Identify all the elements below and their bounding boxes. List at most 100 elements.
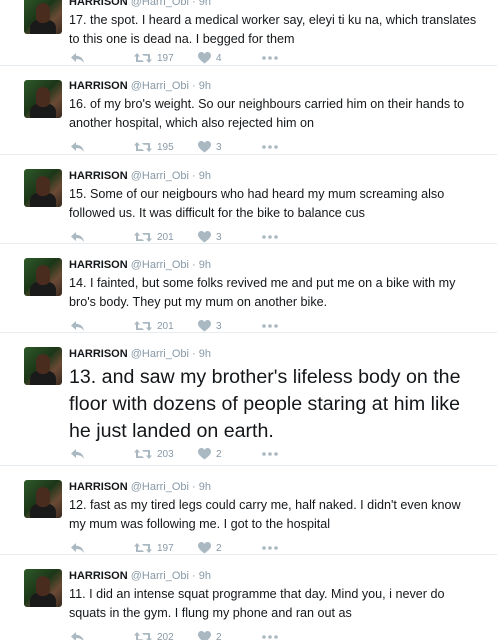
reply-icon bbox=[70, 231, 85, 243]
tweet-header: HARRISON @Harri_Obi · 9h bbox=[69, 570, 211, 582]
heart-icon bbox=[198, 542, 211, 554]
avatar[interactable] bbox=[24, 347, 62, 385]
more-icon bbox=[262, 145, 278, 149]
author-handle[interactable]: @Harri_Obi bbox=[131, 170, 189, 182]
timestamp[interactable]: 9h bbox=[199, 170, 211, 182]
reply-button[interactable] bbox=[70, 540, 85, 556]
more-icon bbox=[262, 235, 278, 239]
avatar[interactable] bbox=[24, 0, 62, 34]
author-handle[interactable]: @Harri_Obi bbox=[131, 259, 189, 271]
more-icon bbox=[262, 546, 278, 550]
like-button[interactable]: 3 bbox=[198, 229, 222, 245]
tweet[interactable]: HARRISON @Harri_Obi · 9h 16. of my bro's … bbox=[0, 67, 497, 155]
reply-button[interactable] bbox=[70, 446, 85, 462]
separator: · bbox=[188, 570, 199, 582]
retweet-button[interactable]: 195 bbox=[134, 139, 174, 155]
separator: · bbox=[188, 0, 199, 8]
retweet-count: 201 bbox=[157, 231, 174, 243]
timestamp[interactable]: 9h bbox=[199, 0, 211, 8]
tweet-actions: 201 3 bbox=[70, 318, 300, 334]
reply-button[interactable] bbox=[70, 50, 85, 66]
timestamp[interactable]: 9h bbox=[199, 481, 211, 493]
author-handle[interactable]: @Harri_Obi bbox=[131, 570, 189, 582]
timestamp[interactable]: 9h bbox=[199, 570, 211, 582]
retweet-button[interactable]: 201 bbox=[134, 318, 174, 334]
like-button[interactable]: 3 bbox=[198, 139, 222, 155]
retweet-button[interactable]: 197 bbox=[134, 540, 174, 556]
author-handle[interactable]: @Harri_Obi bbox=[131, 0, 189, 8]
tweet-header: HARRISON @Harri_Obi · 9h bbox=[69, 170, 211, 182]
author-handle[interactable]: @Harri_Obi bbox=[131, 481, 189, 493]
avatar[interactable] bbox=[24, 80, 62, 118]
retweet-icon bbox=[134, 320, 152, 332]
tweet[interactable]: HARRISON @Harri_Obi · 9h 13. and saw my b… bbox=[0, 334, 497, 466]
reply-button[interactable] bbox=[70, 229, 85, 245]
retweet-button[interactable]: 202 bbox=[134, 629, 174, 640]
tweet-text: 13. and saw my brother's lifeless body o… bbox=[69, 366, 461, 442]
tweet[interactable]: HARRISON @Harri_Obi · 9h 17. the spot. I … bbox=[0, 0, 497, 66]
heart-icon bbox=[198, 448, 211, 460]
avatar[interactable] bbox=[24, 169, 62, 207]
author-name[interactable]: HARRISON bbox=[69, 170, 128, 182]
author-name[interactable]: HARRISON bbox=[69, 570, 128, 582]
author-handle[interactable]: @Harri_Obi bbox=[131, 348, 189, 360]
retweet-button[interactable]: 197 bbox=[134, 50, 174, 66]
reply-button[interactable] bbox=[70, 139, 85, 155]
more-button[interactable] bbox=[262, 629, 278, 640]
avatar[interactable] bbox=[24, 569, 62, 607]
retweet-count: 197 bbox=[157, 542, 174, 554]
more-button[interactable] bbox=[262, 540, 278, 556]
heart-icon bbox=[198, 631, 211, 640]
like-button[interactable]: 4 bbox=[198, 50, 222, 66]
reply-button[interactable] bbox=[70, 629, 85, 640]
separator: · bbox=[188, 481, 199, 493]
retweet-count: 197 bbox=[157, 52, 174, 64]
tweet[interactable]: HARRISON @Harri_Obi · 9h 15. Some of our … bbox=[0, 156, 497, 244]
tweet[interactable]: HARRISON @Harri_Obi · 9h 14. I fainted, b… bbox=[0, 245, 497, 333]
tweet[interactable]: HARRISON @Harri_Obi · 9h 12. fast as my t… bbox=[0, 467, 497, 555]
more-button[interactable] bbox=[262, 50, 278, 66]
tweet[interactable]: HARRISON @Harri_Obi · 9h 11. I did an int… bbox=[0, 556, 497, 640]
reply-icon bbox=[70, 448, 85, 460]
retweet-icon bbox=[134, 542, 152, 554]
retweet-icon bbox=[134, 231, 152, 243]
tweet-actions: 203 2 bbox=[70, 446, 300, 462]
like-button[interactable]: 3 bbox=[198, 318, 222, 334]
tweet-actions: 202 2 bbox=[70, 629, 300, 640]
reply-button[interactable] bbox=[70, 318, 85, 334]
like-button[interactable]: 2 bbox=[198, 629, 222, 640]
retweet-count: 202 bbox=[157, 631, 174, 640]
retweet-button[interactable]: 201 bbox=[134, 229, 174, 245]
reply-icon bbox=[70, 141, 85, 153]
author-name[interactable]: HARRISON bbox=[69, 348, 128, 360]
more-button[interactable] bbox=[262, 318, 278, 334]
avatar[interactable] bbox=[24, 480, 62, 518]
author-name[interactable]: HARRISON bbox=[69, 259, 128, 271]
avatar[interactable] bbox=[24, 258, 62, 296]
more-icon bbox=[262, 635, 278, 639]
reply-icon bbox=[70, 631, 85, 640]
timestamp[interactable]: 9h bbox=[199, 259, 211, 271]
retweet-count: 195 bbox=[157, 141, 174, 153]
more-icon bbox=[262, 324, 278, 328]
timestamp[interactable]: 9h bbox=[199, 348, 211, 360]
like-button[interactable]: 2 bbox=[198, 446, 222, 462]
author-name[interactable]: HARRISON bbox=[69, 80, 128, 92]
more-icon bbox=[262, 56, 278, 60]
more-button[interactable] bbox=[262, 229, 278, 245]
heart-icon bbox=[198, 231, 211, 243]
author-handle[interactable]: @Harri_Obi bbox=[131, 80, 189, 92]
retweet-count: 203 bbox=[157, 448, 174, 460]
more-icon bbox=[262, 452, 278, 456]
like-count: 3 bbox=[216, 231, 222, 243]
more-button[interactable] bbox=[262, 139, 278, 155]
timestamp[interactable]: 9h bbox=[199, 80, 211, 92]
like-count: 2 bbox=[216, 448, 222, 460]
like-count: 2 bbox=[216, 542, 222, 554]
retweet-button[interactable]: 203 bbox=[134, 446, 174, 462]
like-button[interactable]: 2 bbox=[198, 540, 222, 556]
author-name[interactable]: HARRISON bbox=[69, 481, 128, 493]
more-button[interactable] bbox=[262, 446, 278, 462]
tweet-text: 15. Some of our neigbours who had heard … bbox=[69, 187, 445, 220]
author-name[interactable]: HARRISON bbox=[69, 0, 128, 8]
